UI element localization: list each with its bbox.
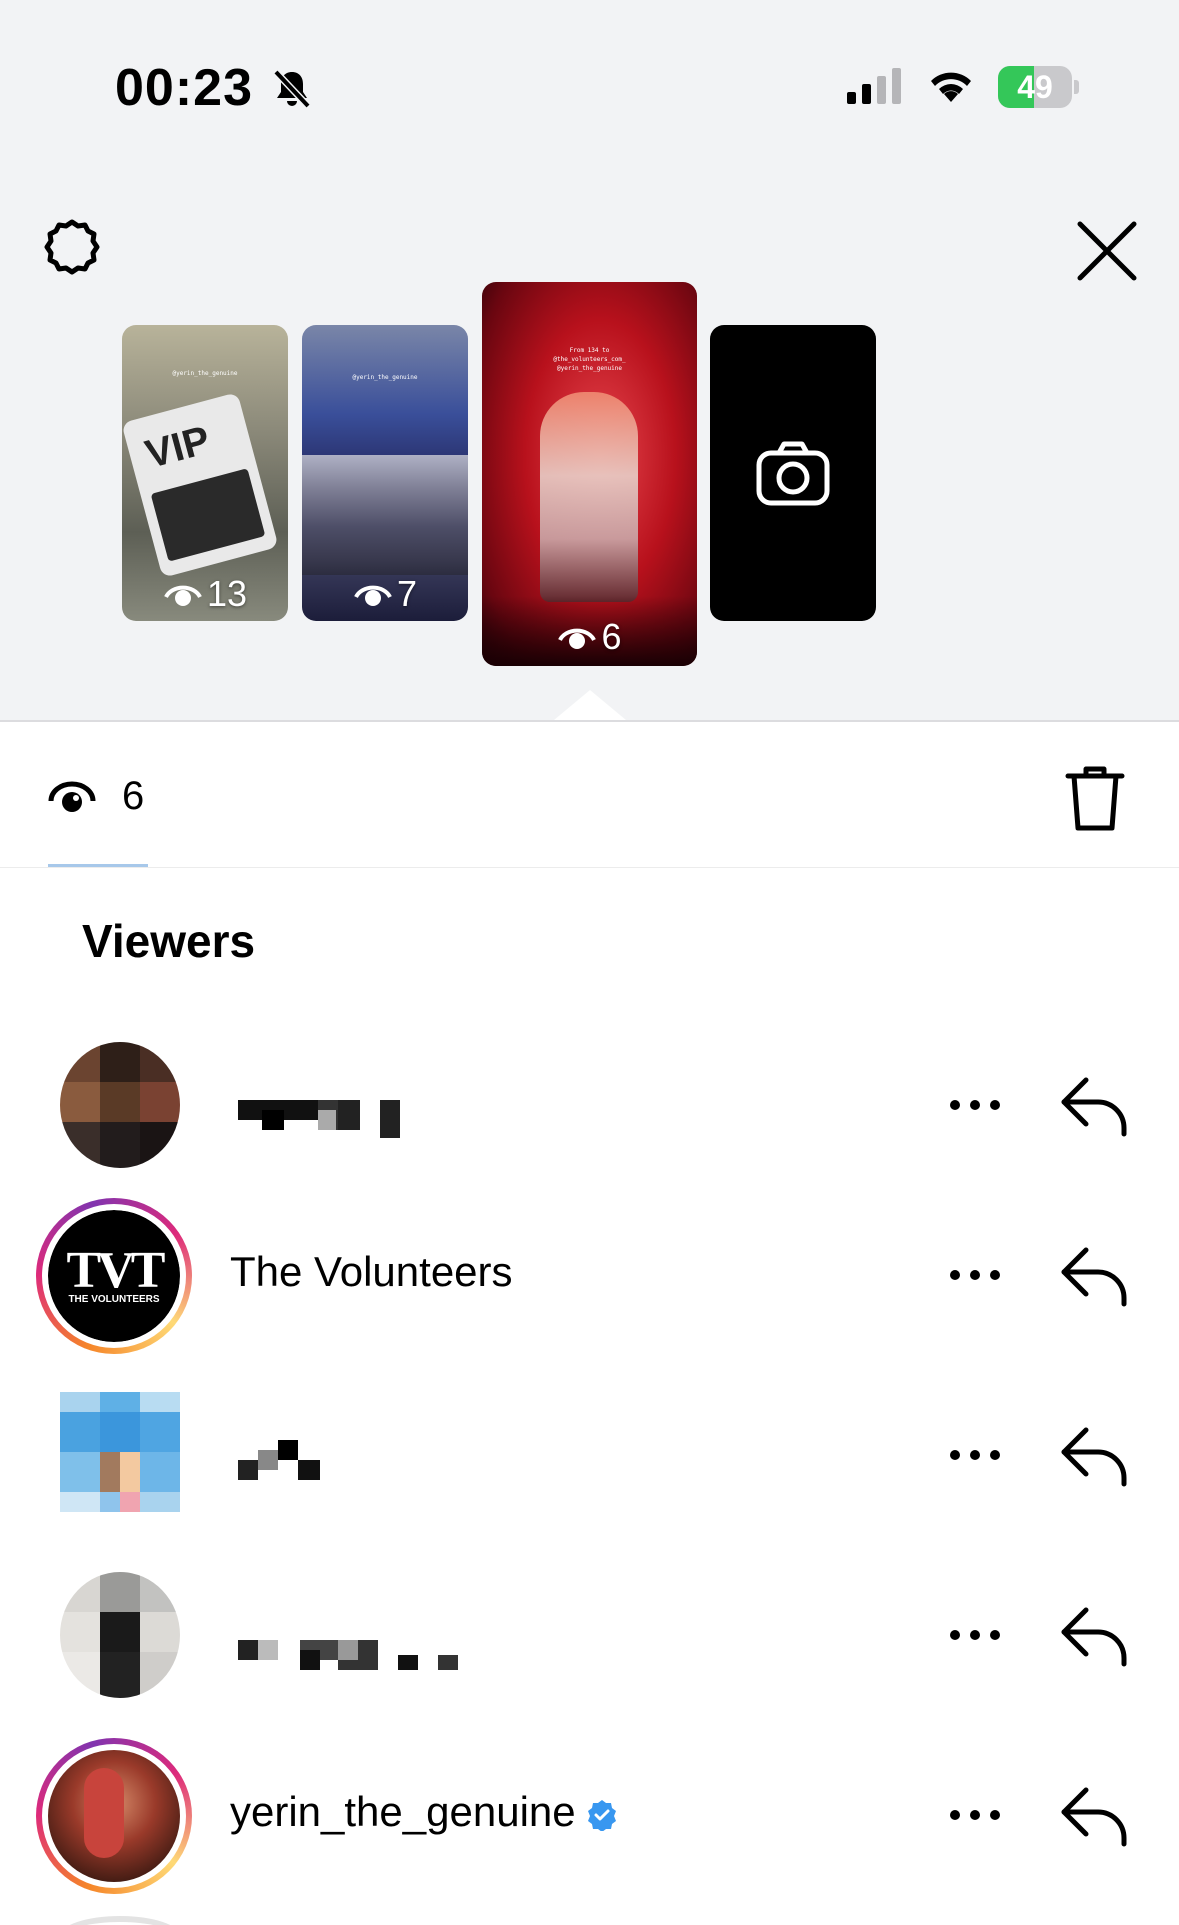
more-options-icon[interactable] bbox=[946, 1250, 1004, 1300]
story-caption: @yerin_the_genuine bbox=[172, 370, 238, 377]
story-caption: @yerin_the_genuine bbox=[352, 374, 418, 381]
status-time: 00:23 bbox=[115, 59, 253, 117]
avatar[interactable] bbox=[60, 1572, 180, 1698]
viewer-row[interactable] bbox=[0, 1370, 1179, 1540]
sheet-tab-bar: 6 bbox=[0, 722, 1179, 868]
story-view-count: 7 bbox=[302, 573, 468, 615]
tab-views[interactable]: 6 bbox=[48, 774, 144, 819]
selection-pointer bbox=[554, 690, 626, 720]
battery-percentage: 49 bbox=[1017, 69, 1053, 105]
eye-icon bbox=[48, 781, 96, 812]
username[interactable]: The Volunteers bbox=[230, 1248, 513, 1296]
story-caption: From 134 to @the_volunteers_com_ @yerin_… bbox=[553, 347, 626, 372]
more-options-icon[interactable] bbox=[946, 1430, 1004, 1480]
story-thumbnail[interactable]: @yerin_the_genuine VIP 13 bbox=[122, 325, 288, 621]
story-view-count: 13 bbox=[122, 573, 288, 615]
viewers-heading: Viewers bbox=[82, 915, 256, 967]
tvt-logo: TVT THE VOLUNTEERS bbox=[48, 1210, 180, 1342]
status-bar: 00:23 49 bbox=[0, 0, 1179, 180]
more-options-icon[interactable] bbox=[946, 1610, 1004, 1660]
more-options-icon[interactable] bbox=[946, 1080, 1004, 1130]
avatar-with-story-ring[interactable] bbox=[36, 1738, 192, 1894]
reply-icon[interactable] bbox=[1058, 1242, 1132, 1308]
story-view-count: 6 bbox=[482, 616, 697, 658]
reply-icon[interactable] bbox=[1058, 1072, 1132, 1138]
story-thumbnails: @yerin_the_genuine VIP 13 @yerin_the_gen… bbox=[0, 280, 1179, 680]
reply-icon[interactable] bbox=[1058, 1422, 1132, 1488]
username[interactable]: yerin_the_genuine bbox=[230, 1788, 618, 1836]
add-story-button[interactable] bbox=[710, 325, 876, 621]
avatar-with-story-ring[interactable]: TVT THE VOLUNTEERS bbox=[36, 1198, 192, 1354]
vip-pass-text: VIP bbox=[140, 417, 215, 478]
eye-icon bbox=[558, 628, 597, 649]
story-preview-area: 00:23 49 @yerin_the_genuine VIP 13 @yeri… bbox=[0, 0, 1179, 720]
story-thumbnail-selected[interactable]: From 134 to @the_volunteers_com_ @yerin_… bbox=[482, 282, 697, 666]
cellular-signal-icon bbox=[847, 68, 901, 104]
story-thumbnail[interactable]: @yerin_the_genuine 7 bbox=[302, 325, 468, 621]
viewer-row[interactable] bbox=[0, 1020, 1179, 1190]
close-icon[interactable] bbox=[1070, 214, 1144, 288]
username-pixelated[interactable] bbox=[238, 1080, 538, 1138]
username-pixelated[interactable] bbox=[238, 1430, 538, 1480]
username-pixelated[interactable] bbox=[238, 1610, 538, 1670]
avatar[interactable] bbox=[60, 1392, 180, 1518]
vip-pass-image: VIP bbox=[122, 392, 279, 578]
verified-badge-icon bbox=[587, 1799, 616, 1831]
more-options-icon[interactable] bbox=[946, 1790, 1004, 1840]
wifi-icon bbox=[931, 72, 971, 102]
reply-icon[interactable] bbox=[1058, 1602, 1132, 1668]
bell-muted-icon bbox=[273, 69, 311, 109]
trash-icon[interactable] bbox=[1064, 762, 1126, 834]
eye-icon bbox=[354, 585, 392, 606]
viewer-row[interactable]: yerin_the_genuine bbox=[0, 1730, 1179, 1900]
avatar[interactable] bbox=[60, 1042, 180, 1168]
views-count: 6 bbox=[122, 774, 145, 818]
singer-image bbox=[540, 392, 638, 602]
eye-icon bbox=[164, 585, 202, 606]
battery-indicator: 49 bbox=[998, 66, 1080, 108]
camera-icon bbox=[756, 441, 830, 506]
viewer-row[interactable]: TVT THE VOLUNTEERS The Volunteers bbox=[0, 1190, 1179, 1360]
reply-icon[interactable] bbox=[1058, 1782, 1132, 1848]
viewer-row[interactable] bbox=[0, 1550, 1179, 1720]
viewers-sheet: 6 Viewers TVT THE VOLUNTEERS The Volunte… bbox=[0, 722, 1179, 1925]
gear-icon[interactable] bbox=[36, 214, 108, 286]
